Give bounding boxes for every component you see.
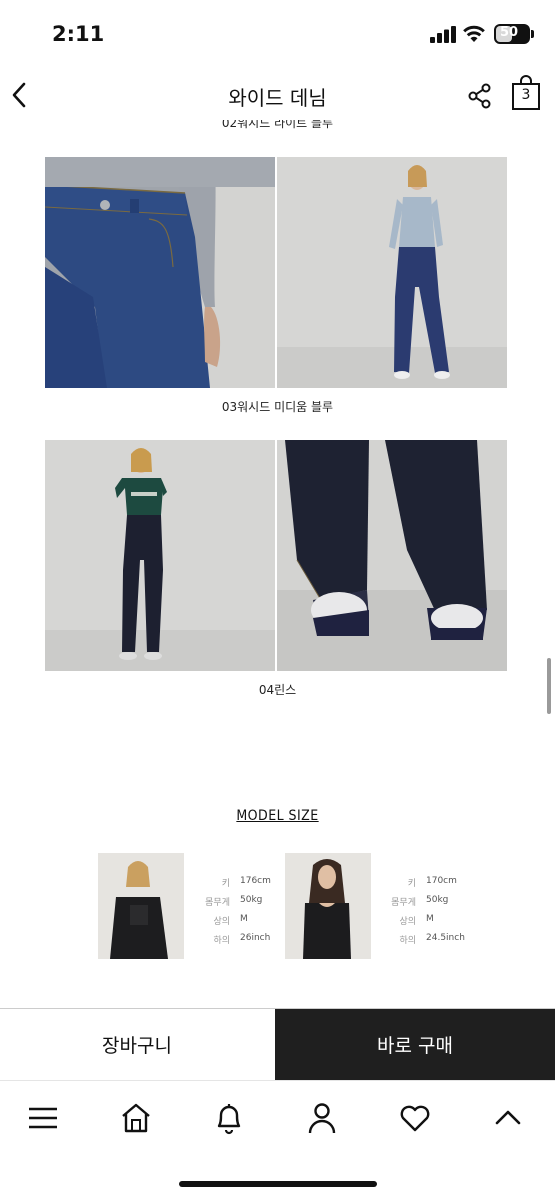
cellular-signal-icon bbox=[430, 26, 456, 43]
color-caption-washed-medium-blue: 03워시드 미디움 블루 bbox=[221, 400, 334, 414]
spec-row-weight: 몸무게 50kg bbox=[391, 895, 449, 908]
model-photo-2 bbox=[285, 853, 371, 959]
spec-row-top: 상의 M bbox=[399, 914, 434, 927]
top-header: 와이드 데님 3 bbox=[0, 70, 555, 120]
spec-row-top: 상의 M bbox=[213, 914, 248, 927]
model-2-specs: 키 170cm 몸무게 50kg 상의 M 하의 24.5inch bbox=[386, 876, 465, 952]
buy-now-button[interactable]: 바로 구매 bbox=[275, 1009, 555, 1080]
color-caption-rinse: 04린스 bbox=[258, 683, 297, 697]
model-1-specs: 키 176cm 몸무게 50kg 상의 M 하의 26inch bbox=[200, 876, 271, 952]
product-photo-medium-blue-full[interactable] bbox=[277, 157, 507, 388]
model-photo-1 bbox=[98, 853, 184, 959]
battery-icon: 50 bbox=[494, 24, 530, 44]
bell-icon[interactable] bbox=[209, 1101, 249, 1135]
product-photo-rinse-closeup[interactable] bbox=[277, 440, 507, 671]
status-bar: 2:11 50 bbox=[0, 0, 555, 70]
home-icon[interactable] bbox=[116, 1101, 156, 1135]
battery-level: 50 bbox=[499, 25, 519, 40]
color-caption-washed-light-blue: 02워시드 라이트 블루 bbox=[221, 118, 334, 130]
purchase-action-bar: 장바구니 바로 구매 bbox=[0, 1008, 555, 1080]
spec-row-weight: 몸무게 50kg bbox=[205, 895, 263, 908]
model-size-title: MODEL SIZE bbox=[236, 808, 319, 824]
person-icon[interactable] bbox=[302, 1101, 342, 1135]
spec-row-height: 키 170cm bbox=[407, 876, 457, 889]
add-to-cart-button[interactable]: 장바구니 bbox=[0, 1009, 274, 1080]
cart-count-badge: 3 bbox=[521, 87, 531, 103]
spec-row-bottom: 하의 24.5inch bbox=[399, 933, 465, 946]
scroll-top-icon[interactable] bbox=[488, 1101, 528, 1135]
product-photo-medium-blue-closeup[interactable] bbox=[45, 157, 275, 388]
scrollbar-thumb[interactable] bbox=[547, 658, 551, 714]
heart-icon[interactable] bbox=[395, 1101, 435, 1135]
spec-row-bottom: 하의 26inch bbox=[213, 933, 271, 946]
share-icon[interactable] bbox=[466, 82, 494, 110]
status-time: 2:11 bbox=[52, 22, 105, 46]
wifi-icon bbox=[463, 25, 485, 42]
product-photo-rinse-full[interactable] bbox=[45, 440, 275, 671]
cart-button[interactable]: 3 bbox=[510, 75, 542, 111]
spec-row-height: 키 176cm bbox=[221, 876, 271, 889]
menu-icon[interactable] bbox=[23, 1101, 63, 1135]
home-indicator bbox=[179, 1181, 377, 1187]
